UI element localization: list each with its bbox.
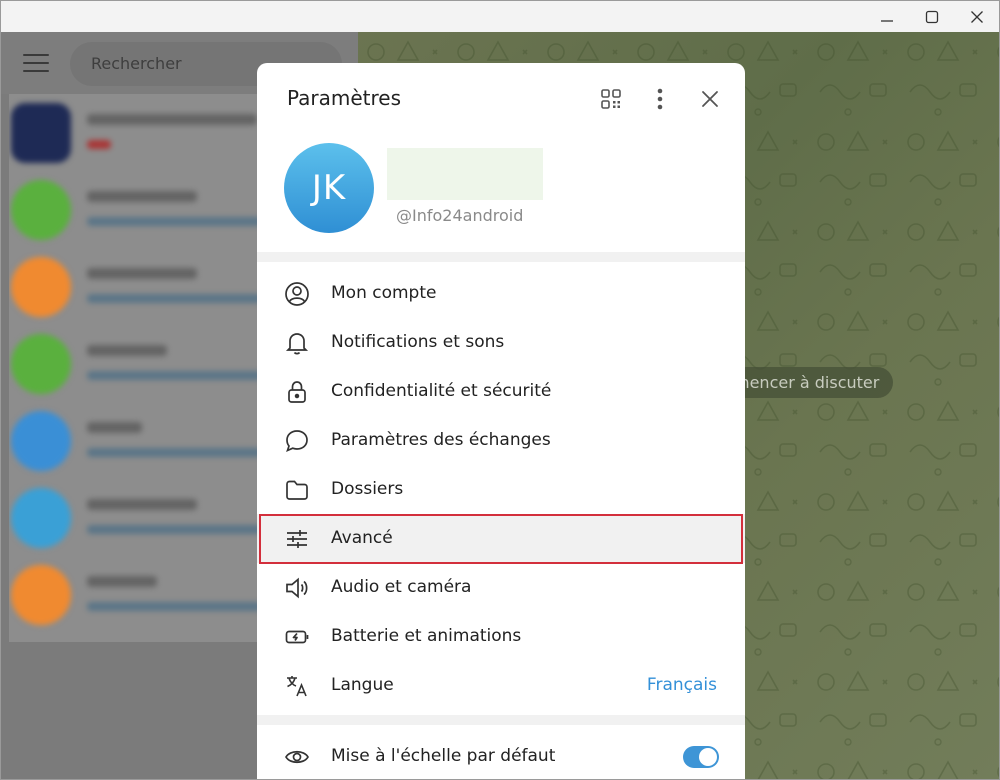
profile-name-redacted xyxy=(387,148,543,200)
settings-item-avance[interactable]: Avancé xyxy=(257,514,745,563)
settings-item-label: Audio et caméra xyxy=(331,577,472,597)
lock-icon xyxy=(284,379,310,405)
settings-item-label: Langue xyxy=(331,675,394,695)
avatar[interactable]: JK xyxy=(284,143,374,233)
settings-item-dossiers[interactable]: Dossiers xyxy=(257,465,745,514)
settings-item-label: Mon compte xyxy=(331,283,437,303)
maximize-icon xyxy=(925,10,939,24)
speaker-icon xyxy=(284,575,310,601)
scale-default-setting[interactable]: Mise à l'échelle par défaut xyxy=(257,732,745,779)
settings-item-label: Avancé xyxy=(331,528,393,548)
close-dialog-button[interactable] xyxy=(696,85,724,113)
more-options-button[interactable] xyxy=(646,85,674,113)
close-window-button[interactable] xyxy=(962,5,992,29)
settings-item-value[interactable]: Français xyxy=(647,661,717,710)
avatar xyxy=(11,180,71,240)
toggle-knob xyxy=(699,748,717,766)
translate-icon xyxy=(284,673,310,699)
scale-default-toggle[interactable] xyxy=(683,746,719,768)
settings-item-label: Notifications et sons xyxy=(331,332,505,352)
avatar xyxy=(11,565,71,625)
maximize-button[interactable] xyxy=(917,5,947,29)
profile-username: @Info24android xyxy=(396,206,524,225)
folder-icon xyxy=(284,477,310,503)
settings-item-label: Batterie et animations xyxy=(331,626,522,646)
section-divider xyxy=(257,715,745,725)
qr-code-button[interactable] xyxy=(597,85,625,113)
minimize-button[interactable] xyxy=(872,5,902,29)
user-circle-icon xyxy=(284,281,310,307)
settings-item-audio-et-camera[interactable]: Audio et caméra xyxy=(257,563,745,612)
battery-icon xyxy=(284,624,310,650)
eye-icon xyxy=(284,744,310,770)
settings-item-mon-compte[interactable]: Mon compte xyxy=(257,269,745,318)
sliders-icon xyxy=(284,526,310,552)
more-vertical-icon xyxy=(657,88,663,110)
section-divider xyxy=(257,252,745,262)
close-icon xyxy=(971,11,983,23)
qr-code-icon xyxy=(601,89,621,109)
app-window: Rechercher mencer à discuter Paramètres … xyxy=(0,0,1000,780)
avatar xyxy=(11,257,71,317)
settings-item-label: Confidentialité et sécurité xyxy=(331,381,552,401)
title-bar xyxy=(1,1,999,32)
chat-bubble-icon xyxy=(284,428,310,454)
settings-item-langue[interactable]: Langue Français xyxy=(257,661,745,710)
settings-item-confidentialite-et-securite[interactable]: Confidentialité et sécurité xyxy=(257,367,745,416)
dialog-title: Paramètres xyxy=(287,86,402,110)
bell-icon xyxy=(284,330,310,356)
minimize-icon xyxy=(881,20,893,22)
avatar xyxy=(11,488,71,548)
avatar xyxy=(11,334,71,394)
settings-item-batterie-et-animations[interactable]: Batterie et animations xyxy=(257,612,745,661)
settings-item-parametres-des-echanges[interactable]: Paramètres des échanges xyxy=(257,416,745,465)
settings-item-notifications-et-sons[interactable]: Notifications et sons xyxy=(257,318,745,367)
avatar xyxy=(11,103,71,163)
avatar xyxy=(11,411,71,471)
settings-item-label: Dossiers xyxy=(331,479,404,499)
close-icon xyxy=(702,91,718,107)
scale-default-label: Mise à l'échelle par défaut xyxy=(331,746,556,766)
settings-item-label: Paramètres des échanges xyxy=(331,430,551,450)
settings-dialog: Paramètres JK @Info24android Mon compte N… xyxy=(257,63,745,779)
menu-icon[interactable] xyxy=(23,54,49,74)
